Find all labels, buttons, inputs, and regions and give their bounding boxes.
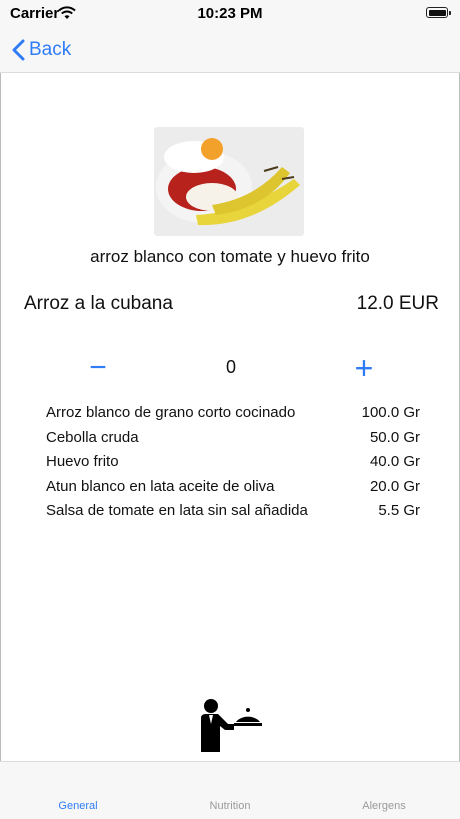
dish-price: 12.0 EUR [356,293,439,314]
ingredient-amount: 5.5 Gr [378,502,420,519]
status-time: 10:23 PM [197,5,263,22]
back-chevron-icon [12,39,25,61]
ingredient-amount: 40.0 Gr [369,453,420,470]
ingredient-name: Salsa de tomate en lata sin sal añadida [46,502,308,519]
ingredient-name: Huevo frito [46,453,119,470]
dish-photo [154,127,304,236]
tab-alergens[interactable]: Alergens [324,800,444,812]
ingredient-row: Cebolla cruda 50.0 Gr [46,428,424,453]
decrease-quantity-button[interactable]: − [86,353,110,383]
ingredient-list: Arroz blanco de grano corto cocinado 100… [46,403,424,526]
dish-description: arroz blanco con tomate y huevo frito [90,247,370,266]
tab-nutrition[interactable]: Nutrition [170,800,290,812]
ingredient-amount: 100.0 Gr [361,404,420,421]
navigation-bar: Back [0,28,460,73]
dish-name: Arroz a la cubana [24,293,173,314]
tab-general[interactable]: General [18,800,138,812]
ingredient-name: Arroz blanco de grano corto cocinado [46,404,296,421]
back-button[interactable]: Back [12,36,71,64]
waiter-serving-icon[interactable] [198,698,264,752]
ingredient-row: Huevo frito 40.0 Gr [46,452,424,477]
tab-bar: General Nutrition Alergens [0,761,460,819]
back-label: Back [29,39,72,60]
ingredient-amount: 20.0 Gr [369,477,420,495]
ingredient-name: Cebolla cruda [46,428,139,446]
ingredient-amount: 50.0 Gr [369,428,420,446]
increase-quantity-button[interactable]: + [350,352,378,384]
ingredient-name: Atun blanco en lata aceite de oliva [46,477,275,495]
battery-icon [426,7,451,18]
ingredient-row: Atun blanco en lata aceite de oliva 20.0… [46,477,424,502]
ingredient-row: Salsa de tomate en lata sin sal añadida … [46,501,424,526]
ingredient-row: Arroz blanco de grano corto cocinado 100… [46,403,424,428]
status-bar: Carrier 10:23 PM [0,0,460,28]
quantity-value: 0 [225,357,236,377]
